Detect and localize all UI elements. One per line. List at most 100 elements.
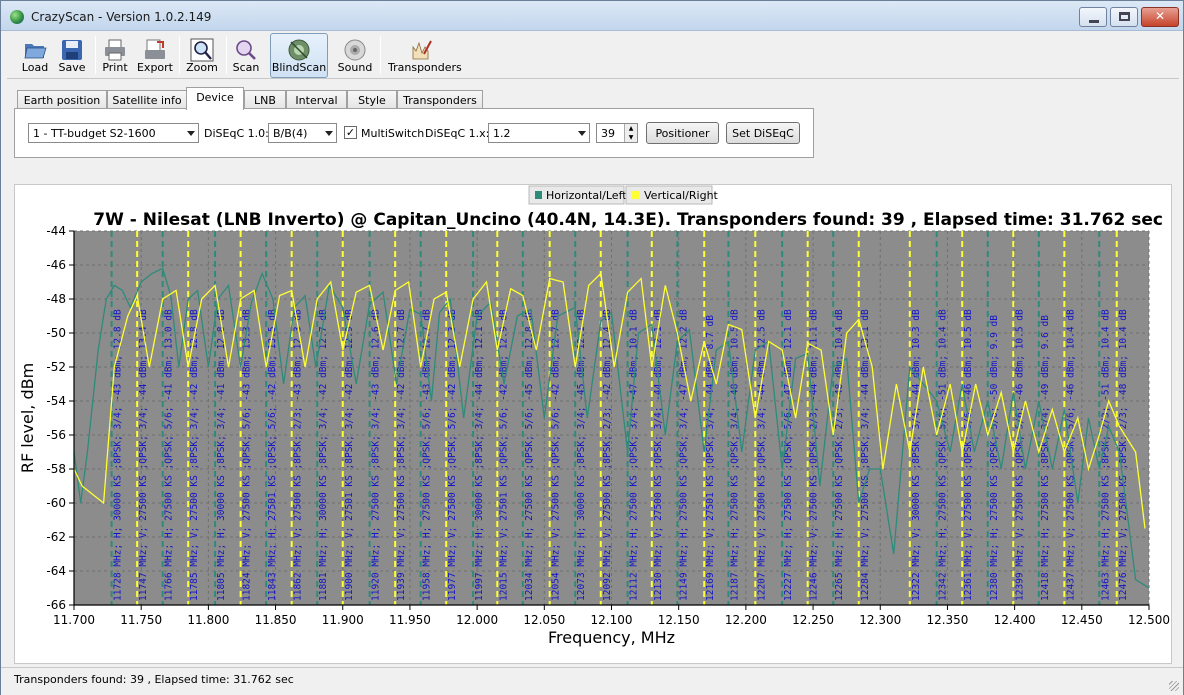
y-tick-label: -54: [46, 394, 66, 408]
y-tick-label: -62: [46, 530, 66, 544]
transponder-label: 12112 MHz; H; 27500 KS ;QPSK; 3/4; -47 d…: [629, 309, 640, 601]
diseqc1x-select[interactable]: 1.2: [488, 123, 590, 143]
export-label: Export: [136, 61, 173, 74]
tab-device[interactable]: Device: [186, 87, 244, 110]
scan-icon: [236, 40, 256, 60]
transponder-label: 12380 MHz; H; 27500 KS ;QPSK; 5/6; -50 d…: [989, 315, 1000, 601]
x-tick-label: 12.400: [994, 613, 1036, 627]
zoom-button[interactable]: Zoom: [183, 33, 221, 78]
diseqc10-select-value: B/B(4): [273, 127, 308, 140]
x-tick-label: 12.200: [725, 613, 767, 627]
multiswitch-label: MultiSwitch: [361, 127, 425, 140]
satellite-dish-icon: [288, 39, 310, 61]
transponders-button[interactable]: Transponders: [387, 33, 462, 78]
export-button[interactable]: Export: [135, 33, 175, 78]
positioner-button[interactable]: Positioner: [646, 122, 719, 144]
zoom-label: Zoom: [186, 61, 218, 74]
transponder-label: 12149 MHz; H; 27500 KS ;QPSK; 3/4; -47 d…: [678, 309, 689, 601]
floppy-disk-icon: [62, 40, 82, 60]
tab-style[interactable]: Style: [347, 90, 397, 109]
y-tick-label: -58: [46, 462, 66, 476]
spectrum-chart[interactable]: Horizontal/Left Vertical/Right 7W - Nilesa…: [14, 184, 1172, 664]
legend-swatch-horizontal: [535, 191, 542, 199]
chevron-down-icon: [578, 131, 586, 136]
print-label: Print: [102, 61, 128, 74]
x-axis-label: Frequency, MHz: [548, 628, 675, 647]
tab-interval[interactable]: Interval: [286, 90, 347, 109]
position-spinbox[interactable]: 39 ▲ ▼: [596, 123, 638, 143]
tab-earth-position[interactable]: Earth position: [17, 90, 107, 109]
chevron-down-icon: [325, 131, 333, 136]
legend-label-vertical: Vertical/Right: [644, 189, 719, 202]
sound-label: Sound: [337, 61, 373, 74]
export-icon: [145, 39, 165, 59]
transponder-label: 12322 MHz; V; 30000 KS ;8PSK; 3/4; -44 d…: [911, 309, 922, 601]
transponder-label: 12342 MHz; H; 27500 KS ;QPSK; 5/6; -51 d…: [938, 309, 949, 601]
transponders-edit-icon: [412, 40, 432, 60]
title-bar[interactable]: CrazyScan - Version 1.0.2.149 ✕: [1, 1, 1183, 31]
tuner-select[interactable]: 1 - TT-budget S2-1600: [28, 123, 199, 143]
spin-up-icon[interactable]: ▲: [624, 124, 637, 133]
scan-button[interactable]: Scan: [229, 33, 263, 78]
x-tick-label: 12.450: [1061, 613, 1103, 627]
load-label: Load: [21, 61, 49, 74]
window-title: CrazyScan - Version 1.0.2.149: [31, 10, 212, 24]
close-button[interactable]: ✕: [1141, 7, 1179, 27]
chart-title: 7W - Nilesat (LNB Inverto) @ Capitan_Unc…: [93, 210, 1163, 230]
transponder-label: 12284 MHz; V; 27500 KS ;8PSK; 3/4; -44 d…: [860, 309, 871, 601]
close-icon: ✕: [1154, 9, 1166, 23]
maximize-button[interactable]: [1110, 7, 1138, 27]
position-value: 39: [601, 127, 615, 140]
x-tick-label: 12.500: [1128, 613, 1170, 627]
save-label: Save: [58, 61, 86, 74]
transponder-label: 12361 MHz; V; 27500 KS ;QPSK; 5/6; -46 d…: [963, 309, 974, 601]
speaker-icon: [344, 39, 366, 61]
transponder-label: 12227 MHz; H; 27500 KS ;QPSK; 5/6; -47 d…: [783, 309, 794, 601]
blindscan-label: BlindScan: [271, 61, 327, 74]
spin-down-icon[interactable]: ▼: [624, 133, 637, 142]
x-tick-label: 12.100: [591, 613, 633, 627]
load-button[interactable]: Load: [15, 33, 55, 78]
y-tick-label: -60: [46, 496, 66, 510]
x-tick-label: 11.900: [322, 613, 364, 627]
tab-satellite-info[interactable]: Satellite info: [107, 90, 187, 109]
legend-swatch-vertical: [632, 191, 639, 199]
tab-lnb[interactable]: LNB: [244, 90, 286, 109]
status-text: Transponders found: 39 , Elapsed time: 3…: [14, 673, 294, 686]
print-button[interactable]: Print: [97, 33, 133, 78]
tuner-select-value: 1 - TT-budget S2-1600: [33, 127, 156, 140]
minimize-icon: [1089, 20, 1099, 23]
transponder-label: 11997 MHz; H; 30000 KS ;8PSK; 3/4; -44 d…: [474, 309, 485, 601]
sound-button[interactable]: Sound: [335, 33, 375, 78]
zoom-icon: [190, 38, 214, 62]
transponder-label: 12015 MHz; V; 27501 KS ;QPSK; 5/6; -42 d…: [498, 309, 509, 601]
scan-label: Scan: [232, 61, 260, 74]
transponder-label: 11881 MHz; H; 30000 KS ;8PSK; 3/4; -42 d…: [318, 309, 329, 601]
transponder-label: 11920 MHz; H; 27500 KS ;8PSK; 3/4; -43 d…: [371, 309, 382, 601]
x-tick-label: 11.700: [53, 613, 95, 627]
y-tick-label: -66: [46, 598, 66, 612]
maximize-icon: [1119, 12, 1130, 21]
app-window: CrazyScan - Version 1.0.2.149 ✕ Load Sav…: [0, 0, 1184, 695]
x-tick-label: 12.150: [658, 613, 700, 627]
resize-grip-icon[interactable]: [1169, 681, 1179, 691]
diseqc1x-select-value: 1.2: [493, 127, 511, 140]
minimize-button[interactable]: [1079, 7, 1107, 27]
blindscan-button[interactable]: BlindScan: [270, 33, 328, 78]
spectrum-chart-svg: Horizontal/Left Vertical/Right 7W - Nilesa…: [18, 185, 1170, 647]
toolbar-separator: [226, 36, 227, 74]
set-diseqc-button[interactable]: Set DiSEqC: [726, 122, 800, 144]
y-tick-label: -50: [46, 326, 66, 340]
toolbar-separator: [380, 36, 381, 74]
y-axis-label: RF level, dBm: [18, 363, 37, 473]
save-button[interactable]: Save: [53, 33, 91, 78]
device-panel: 1 - TT-budget S2-1600 DiSEqC 1.0: B/B(4)…: [14, 108, 814, 158]
multiswitch-checkbox[interactable]: ✓: [344, 126, 357, 139]
x-tick-label: 11.850: [255, 613, 297, 627]
y-tick-label: -48: [46, 292, 66, 306]
diseqc1x-label: DiSEqC 1.x:: [425, 127, 490, 140]
tab-transponders[interactable]: Transponders: [397, 90, 483, 109]
y-tick-label: -44: [46, 224, 66, 238]
diseqc10-select[interactable]: B/B(4): [268, 123, 337, 143]
transponder-label: 11766 MHz; H; 27500 KS ;QPSK; 5/6; -41 d…: [164, 309, 175, 601]
